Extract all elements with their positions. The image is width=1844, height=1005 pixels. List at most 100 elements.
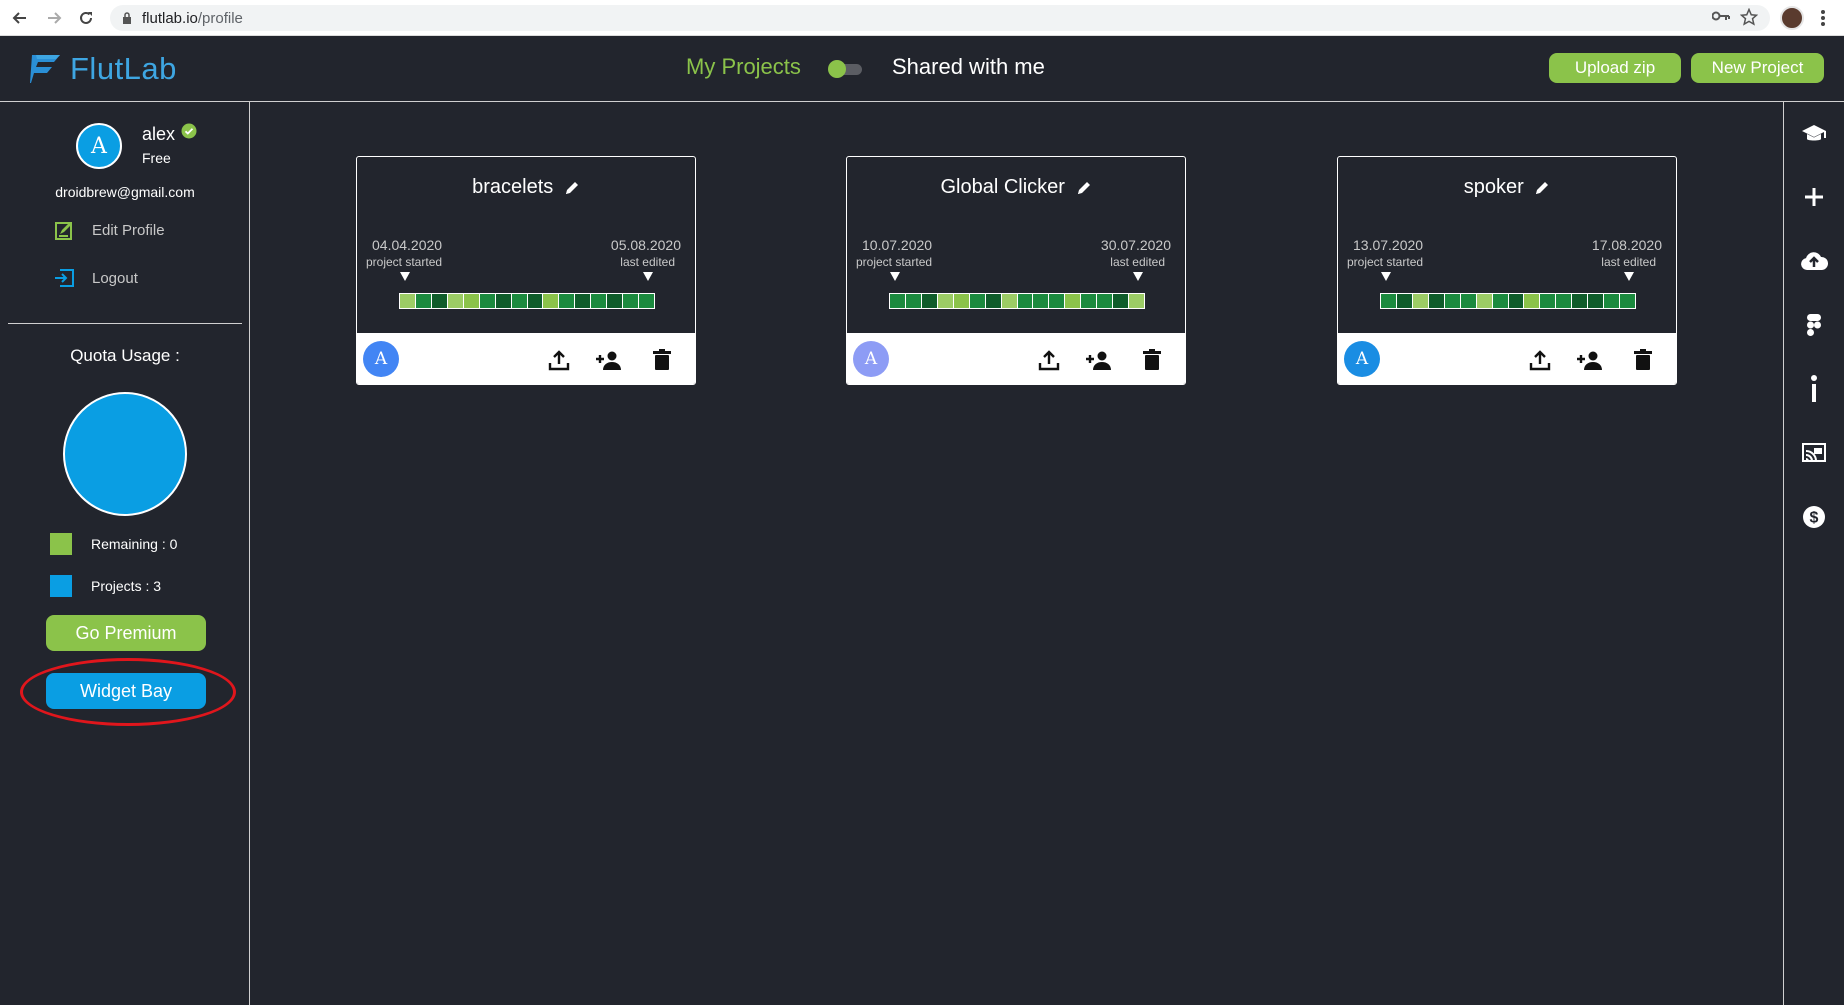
logout-label: Logout	[92, 269, 138, 287]
kebab-menu-icon[interactable]	[1820, 9, 1826, 27]
widget-bay-button[interactable]: Widget Bay	[46, 673, 206, 709]
pencil-icon[interactable]	[564, 180, 580, 196]
activity-cell	[511, 294, 527, 308]
edited-date: 05.08.2020	[610, 237, 681, 253]
url-text: flutlab.io/profile	[142, 10, 243, 27]
activity-cell	[431, 294, 447, 308]
dollar-icon[interactable]: $	[1796, 499, 1832, 535]
activity-cell	[969, 294, 985, 308]
activity-cell	[905, 294, 921, 308]
cloud-upload-icon[interactable]	[1796, 243, 1832, 279]
upload-icon[interactable]	[1035, 346, 1063, 374]
user-email: droidbrew@gmail.com	[55, 184, 195, 200]
edit-profile-link[interactable]: Edit Profile	[54, 219, 165, 241]
edit-profile-icon	[55, 222, 72, 240]
activity-cell	[527, 294, 543, 308]
project-card[interactable]: spoker 13.07.2020 project started 17.08.…	[1337, 156, 1677, 385]
activity-strip	[399, 293, 655, 309]
started-label: project started	[1347, 255, 1424, 269]
new-project-button[interactable]: New Project	[1691, 53, 1824, 83]
trash-icon[interactable]	[1629, 346, 1657, 374]
activity-cell	[1524, 294, 1540, 308]
browser-toolbar: flutlab.io/profile	[0, 0, 1844, 36]
end-marker-icon	[1624, 272, 1634, 281]
trash-icon[interactable]	[1138, 346, 1166, 374]
legend-projects: Projects : 3	[50, 575, 161, 597]
project-card[interactable]: bracelets 04.04.2020 project started 05.…	[356, 156, 696, 385]
activity-cell	[400, 294, 415, 308]
logout-link[interactable]: Logout	[54, 267, 138, 289]
go-premium-button[interactable]: Go Premium	[46, 615, 206, 651]
project-card-footer: A	[357, 333, 695, 384]
tab-shared-with-me[interactable]: Shared with me	[892, 54, 1045, 80]
activity-cell	[1444, 294, 1460, 308]
projects-toggle[interactable]	[828, 60, 864, 78]
edited-date: 30.07.2020	[1100, 237, 1171, 253]
avatar[interactable]: A	[76, 123, 122, 169]
url-path: /profile	[197, 10, 243, 27]
upload-zip-button[interactable]: Upload zip	[1549, 53, 1681, 83]
cast-icon[interactable]	[1796, 435, 1832, 471]
info-icon[interactable]	[1796, 371, 1832, 407]
edited-date: 17.08.2020	[1591, 237, 1662, 253]
back-arrow-icon[interactable]	[8, 6, 32, 30]
project-title[interactable]: Global Clicker	[847, 176, 1185, 199]
lock-icon	[123, 12, 131, 24]
project-card[interactable]: Global Clicker 10.07.2020 project starte…	[846, 156, 1186, 385]
edited-label: last edited	[1110, 255, 1165, 269]
trash-icon[interactable]	[648, 346, 676, 374]
activity-strip	[1380, 293, 1636, 309]
started-date: 04.04.2020	[372, 237, 443, 253]
pie-slice-projects	[63, 392, 187, 516]
activity-cell	[447, 294, 463, 308]
pencil-icon[interactable]	[1076, 180, 1092, 196]
graduation-cap-icon[interactable]	[1796, 116, 1832, 152]
upload-icon[interactable]	[545, 346, 573, 374]
address-bar[interactable]: flutlab.io/profile	[110, 5, 1770, 31]
app-header: FlutLab My Projects Shared with me Uploa…	[0, 36, 1844, 102]
forward-arrow-icon[interactable]	[42, 6, 66, 30]
started-label: project started	[366, 255, 443, 269]
avatar[interactable]: A	[363, 341, 399, 377]
activity-cell	[1097, 294, 1113, 308]
activity-cell	[1412, 294, 1428, 308]
activity-cell	[1396, 294, 1412, 308]
verified-check-icon	[181, 123, 197, 139]
avatar[interactable]: A	[853, 341, 889, 377]
activity-cell	[623, 294, 639, 308]
project-title[interactable]: bracelets	[357, 176, 695, 199]
plus-icon[interactable]	[1796, 179, 1832, 215]
activity-cell	[1540, 294, 1556, 308]
flutlab-logo[interactable]: FlutLab	[28, 51, 177, 87]
project-name: Global Clicker	[940, 176, 1065, 198]
figma-icon[interactable]	[1796, 307, 1832, 343]
add-user-icon[interactable]	[1576, 346, 1604, 374]
add-user-icon[interactable]	[1085, 346, 1113, 374]
key-icon[interactable]	[1712, 10, 1730, 22]
activity-cell	[1065, 294, 1081, 308]
project-title[interactable]: spoker	[1338, 176, 1676, 199]
svg-text:$: $	[1810, 510, 1819, 527]
activity-cell	[591, 294, 607, 308]
edit-profile-label: Edit Profile	[92, 221, 165, 239]
project-name: bracelets	[472, 176, 554, 198]
activity-cell	[1381, 294, 1396, 308]
activity-cell	[1113, 294, 1129, 308]
reload-icon[interactable]	[74, 6, 98, 30]
activity-cell	[1460, 294, 1476, 308]
pencil-icon[interactable]	[1534, 180, 1550, 196]
avatar[interactable]: A	[1344, 341, 1380, 377]
activity-cell	[639, 294, 654, 308]
quota-usage-title: Quota Usage :	[70, 346, 180, 365]
legend-remaining-label: Remaining : 0	[91, 536, 178, 552]
star-icon[interactable]	[1740, 8, 1758, 26]
add-user-icon[interactable]	[595, 346, 623, 374]
upload-icon[interactable]	[1526, 346, 1554, 374]
logout-icon	[55, 269, 74, 287]
start-marker-icon	[890, 272, 900, 281]
tab-my-projects[interactable]: My Projects	[686, 54, 801, 80]
legend-swatch-projects	[50, 575, 72, 597]
browser-profile-avatar[interactable]	[1780, 6, 1804, 30]
activity-cell	[463, 294, 479, 308]
activity-cell	[479, 294, 495, 308]
